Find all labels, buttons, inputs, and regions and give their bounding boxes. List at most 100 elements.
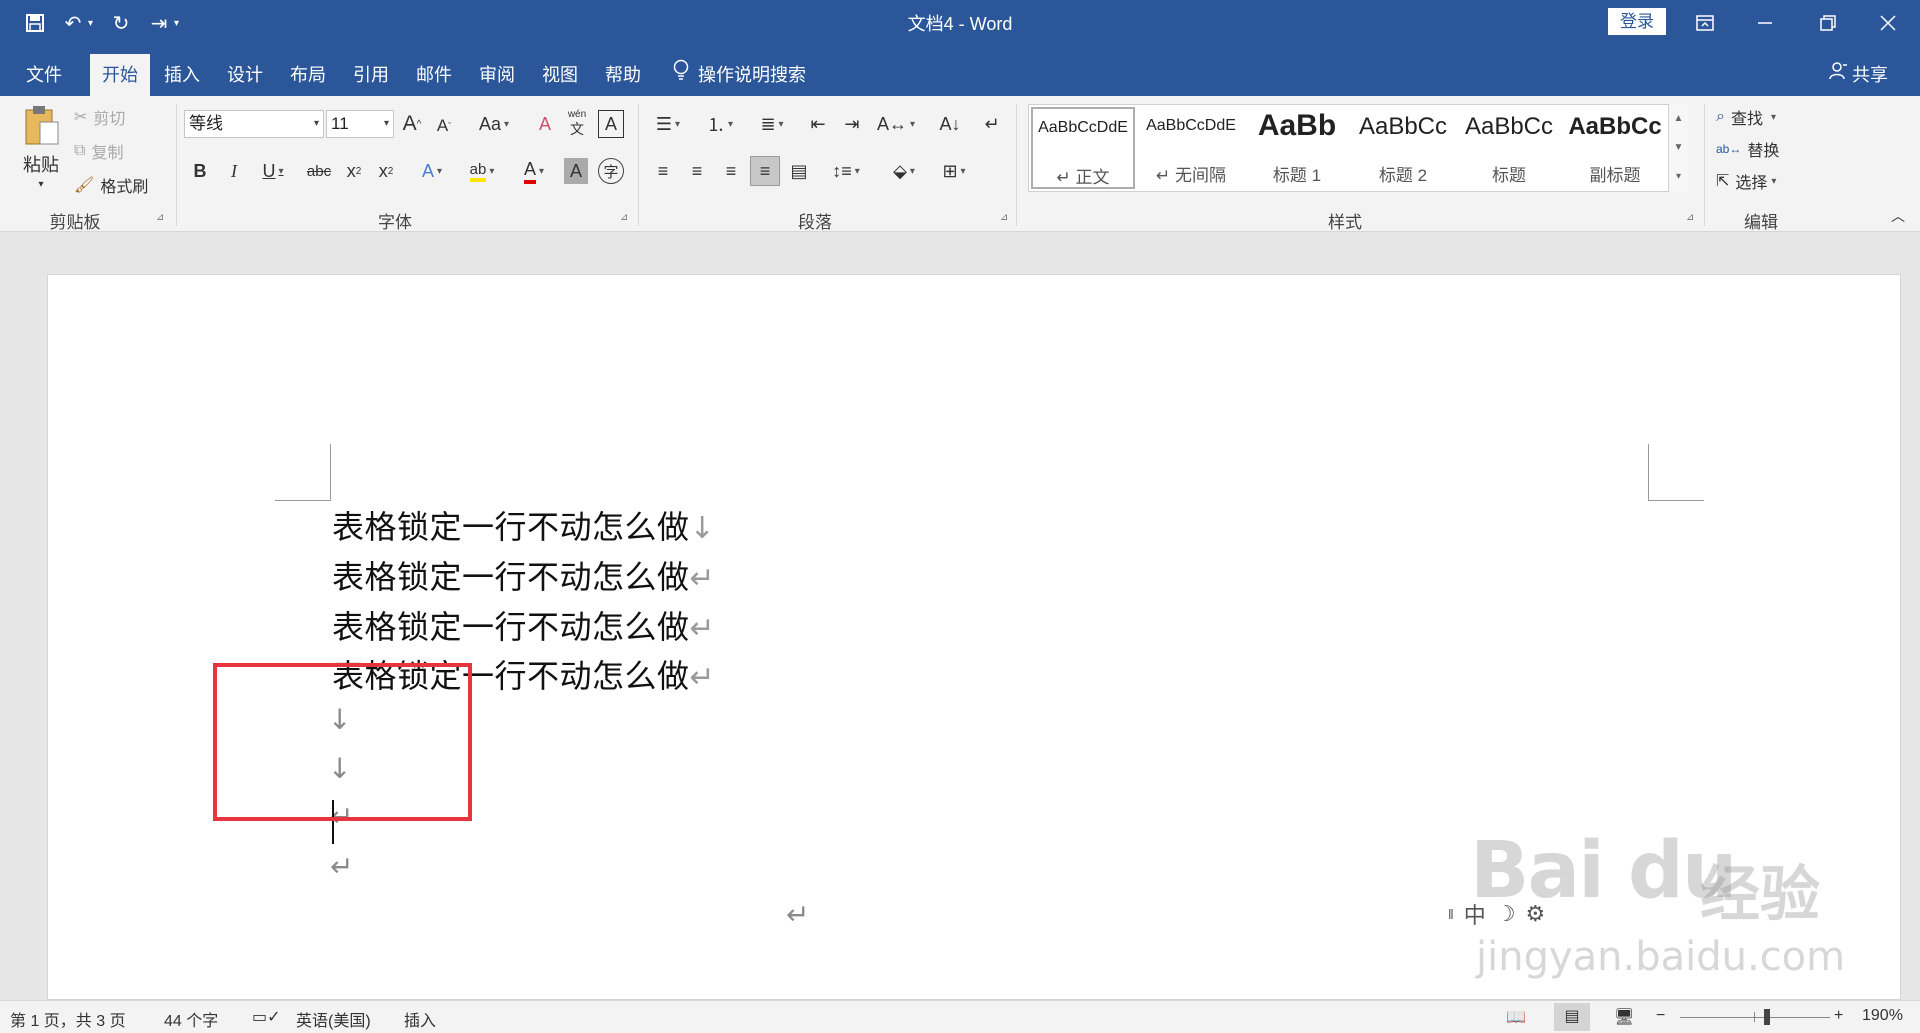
format-painter-button[interactable]: 🖌 格式刷	[74, 172, 174, 198]
document-paragraph[interactable]: 表格锁定一行不动怎么做↓	[332, 502, 715, 548]
grow-font-icon[interactable]: A ^	[400, 110, 424, 138]
enclose-characters-icon[interactable]: 字	[598, 158, 624, 184]
paste-dropdown-icon[interactable]: ▾	[34, 176, 48, 192]
tab-view[interactable]: 视图	[530, 54, 590, 96]
zoom-level[interactable]: 190%	[1862, 1007, 1903, 1025]
font-color-icon[interactable]: A ▾	[512, 156, 556, 186]
find-button[interactable]: ⌕ 查找 ▾	[1716, 104, 1816, 130]
styles-launcher-icon[interactable]: ⊿	[1686, 212, 1694, 223]
highlight-color-icon[interactable]: ab ▾	[460, 156, 504, 186]
align-left-icon[interactable]: ≡	[650, 158, 676, 184]
style-heading-1[interactable]: AaBb 标题 1	[1245, 107, 1349, 189]
insert-mode[interactable]: 插入	[404, 1007, 436, 1031]
share-button[interactable]: 共享	[1828, 54, 1888, 96]
numbering-icon[interactable]: ⒈ ▾	[698, 110, 742, 138]
tab-home[interactable]: 开始	[90, 54, 150, 96]
read-mode-icon[interactable]: 📖	[1506, 1007, 1526, 1027]
italic-icon[interactable]: I	[222, 156, 246, 186]
style-heading-2[interactable]: AaBbCc 标题 2	[1351, 107, 1455, 189]
decrease-indent-icon[interactable]: ⇤	[804, 110, 832, 138]
multilevel-list-icon[interactable]: ≣ ▾	[750, 110, 794, 138]
tab-review[interactable]: 审阅	[467, 54, 527, 96]
chinese-layout-icon[interactable]: A↔ ▾	[876, 110, 916, 138]
web-layout-icon[interactable]: 🖥	[1614, 1007, 1634, 1027]
justify-icon[interactable]: ≡	[750, 156, 780, 186]
tab-file[interactable]: 文件	[14, 54, 74, 96]
print-layout-icon[interactable]: ▤	[1554, 1003, 1590, 1031]
clear-formatting-icon[interactable]: A	[532, 110, 558, 138]
login-button[interactable]: 登录	[1608, 8, 1666, 35]
gallery-more-icon[interactable]: ▾	[1669, 162, 1688, 191]
tab-mailings[interactable]: 邮件	[404, 54, 464, 96]
redo-icon[interactable]: ↻	[104, 6, 138, 40]
paste-label[interactable]: 粘贴	[14, 152, 68, 176]
scroll-down-icon[interactable]: ▼	[1669, 133, 1688, 162]
sort-icon[interactable]: A↓	[936, 110, 964, 138]
undo-icon[interactable]: ↶	[56, 6, 90, 40]
language-status[interactable]: 英语(美国)	[296, 1007, 371, 1031]
scroll-up-icon[interactable]: ▲	[1669, 104, 1688, 133]
copy-button[interactable]: ⧉ 复制	[74, 138, 164, 164]
zoom-slider-thumb[interactable]	[1764, 1009, 1770, 1025]
paragraph-launcher-icon[interactable]: ⊿	[1000, 212, 1008, 223]
character-shading-icon[interactable]: A	[564, 158, 588, 184]
word-count[interactable]: 44 个字	[164, 1007, 218, 1031]
document-paragraph[interactable]: 表格锁定一行不动怎么做↵	[332, 552, 715, 598]
tab-references[interactable]: 引用	[341, 54, 401, 96]
save-icon[interactable]	[18, 6, 52, 40]
undo-dropdown-icon[interactable]: ▾	[88, 18, 100, 29]
font-launcher-icon[interactable]: ⊿	[620, 212, 628, 223]
ime-toolbar[interactable]: ‖ 中 ☽ ⚙	[1448, 896, 1578, 932]
clipboard-launcher-icon[interactable]: ⊿	[156, 212, 164, 223]
bold-icon[interactable]: B	[188, 156, 212, 186]
restore-icon[interactable]	[1800, 0, 1856, 46]
align-right-icon[interactable]: ≡	[718, 158, 744, 184]
zoom-slider[interactable]	[1680, 1017, 1830, 1018]
cut-button[interactable]: ✂ 剪切	[74, 104, 164, 130]
borders-icon[interactable]: ⊞ ▾	[932, 158, 976, 184]
document-paragraph[interactable]: 表格锁定一行不动怎么做↵	[332, 602, 715, 648]
shrink-font-icon[interactable]: Aˇ	[432, 112, 456, 140]
select-button[interactable]: ⇱ 选择 ▾	[1716, 168, 1816, 194]
distributed-icon[interactable]: ▤	[786, 158, 812, 184]
style-title[interactable]: AaBbCc 标题	[1457, 107, 1561, 189]
shading-icon[interactable]: ⬙ ▾	[882, 158, 926, 184]
character-border-icon[interactable]: A	[598, 110, 624, 138]
page-count[interactable]: 第 1 页，共 3 页	[10, 1007, 126, 1031]
font-size-box[interactable]: 11 ▾	[326, 110, 394, 138]
phonetic-guide-icon[interactable]: wén 文	[564, 106, 590, 138]
tab-layout[interactable]: 布局	[278, 54, 338, 96]
moon-icon[interactable]: ☽	[1496, 901, 1516, 927]
align-center-icon[interactable]: ≡	[684, 158, 710, 184]
replace-button[interactable]: ab↔ 替换	[1716, 136, 1816, 162]
style-subtitle[interactable]: AaBbCc 副标题	[1563, 107, 1667, 189]
font-name-box[interactable]: 等线 ▾	[184, 110, 324, 138]
close-icon[interactable]	[1860, 0, 1916, 46]
minimize-icon[interactable]	[1737, 0, 1793, 46]
superscript-icon[interactable]: x2	[374, 156, 398, 186]
customize-qat-icon[interactable]: ▾	[174, 18, 186, 29]
strikethrough-icon[interactable]: abc	[304, 156, 334, 186]
style-no-spacing[interactable]: AaBbCcDdE ↵ 无间隔	[1139, 107, 1243, 189]
change-case-icon[interactable]: Aa ▾	[472, 110, 516, 138]
paste-icon[interactable]	[20, 104, 64, 148]
line-spacing-icon[interactable]: ↕≡ ▾	[824, 158, 868, 184]
gear-icon[interactable]: ⚙	[1526, 901, 1546, 927]
tab-insert[interactable]: 插入	[152, 54, 212, 96]
proofing-icon[interactable]: ▭✓	[252, 1007, 281, 1027]
ime-mode[interactable]: 中	[1464, 898, 1486, 930]
increase-indent-icon[interactable]: ⇥	[838, 110, 866, 138]
tell-me-search[interactable]: 操作说明搜索	[672, 54, 806, 96]
collapse-ribbon-icon[interactable]: ︿	[1886, 206, 1910, 226]
show-marks-icon[interactable]: ↵	[978, 110, 1006, 138]
bullets-icon[interactable]: ☰ ▾	[648, 110, 688, 138]
ribbon-display-icon[interactable]	[1677, 0, 1733, 46]
subscript-icon[interactable]: x2	[342, 156, 366, 186]
text-effects-icon[interactable]: A ▾	[412, 156, 452, 186]
zoom-in-icon[interactable]: +	[1834, 1007, 1843, 1025]
style-normal[interactable]: AaBbCcDdE ↵ 正文	[1031, 107, 1135, 189]
zoom-out-icon[interactable]: −	[1656, 1007, 1665, 1025]
indent-icon[interactable]: ⇥	[142, 6, 176, 40]
underline-icon[interactable]: U ▾	[256, 156, 290, 186]
tab-help[interactable]: 帮助	[593, 54, 653, 96]
